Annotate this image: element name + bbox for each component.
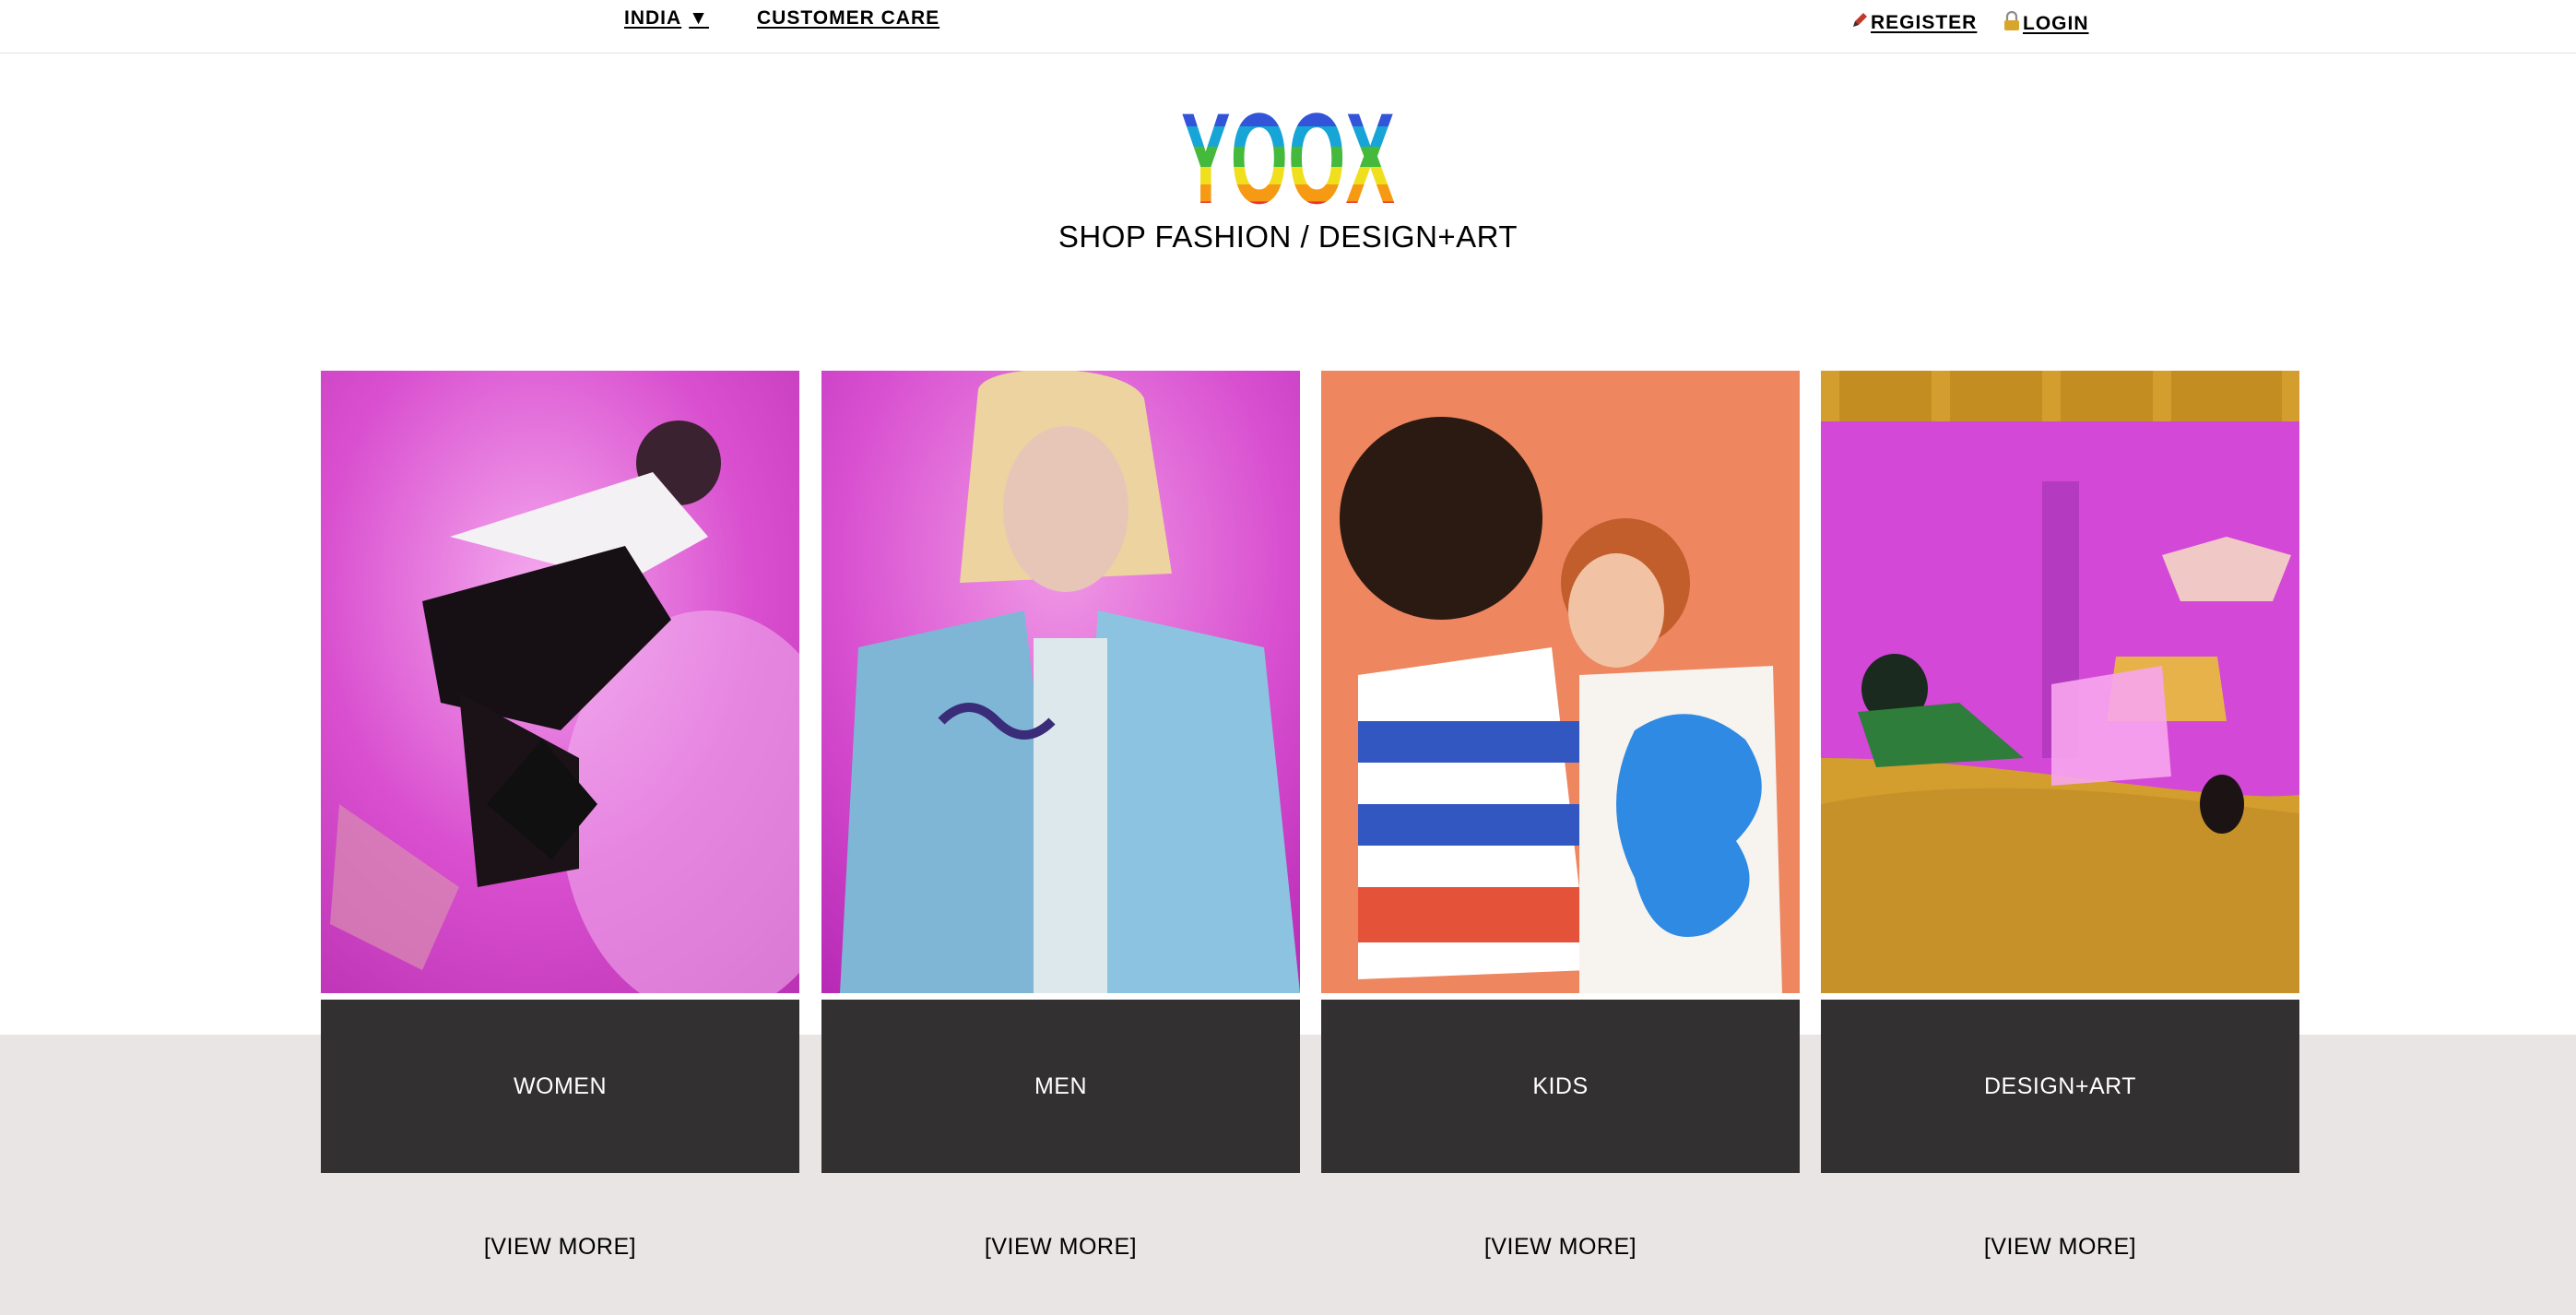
country-selector[interactable]: INDIA ▼	[624, 7, 709, 30]
category-card-design-art: DESIGN+ART [VIEW MORE]	[1821, 371, 2299, 1315]
lock-icon	[2003, 10, 2021, 37]
login-link[interactable]: LOGIN	[2003, 10, 2089, 37]
women-view-more-link[interactable]: [VIEW MORE]	[321, 1173, 799, 1315]
top-bar: INDIA ▼ CUSTOMER CARE REGISTER LOGIN	[0, 0, 2576, 53]
yoox-logo[interactable]: YOOX	[1177, 86, 1399, 231]
logo-text: YOOX	[1181, 100, 1395, 214]
customer-care-link[interactable]: CUSTOMER CARE	[757, 7, 939, 30]
design-art-label[interactable]: DESIGN+ART	[1821, 1000, 2299, 1173]
caret-down-icon: ▼	[689, 7, 709, 29]
pencil-icon	[1850, 11, 1869, 35]
login-label: LOGIN	[2023, 13, 2089, 34]
kids-image[interactable]	[1321, 371, 1800, 993]
register-link[interactable]: REGISTER	[1850, 11, 1977, 35]
women-label[interactable]: WOMEN	[321, 1000, 799, 1173]
logo-container: YOOX	[0, 86, 2576, 231]
men-label[interactable]: MEN	[821, 1000, 1300, 1173]
category-card-men: MEN [VIEW MORE]	[821, 371, 1300, 1315]
category-card-kids: KIDS [VIEW MORE]	[1321, 371, 1800, 1315]
design-art-view-more-link[interactable]: [VIEW MORE]	[1821, 1173, 2299, 1315]
register-label: REGISTER	[1871, 12, 1978, 33]
tagline: SHOP FASHION / DESIGN+ART	[1058, 219, 1518, 254]
kids-label[interactable]: KIDS	[1321, 1000, 1800, 1173]
men-view-more-link[interactable]: [VIEW MORE]	[821, 1173, 1300, 1315]
category-card-women: WOMEN [VIEW MORE]	[321, 371, 799, 1315]
design-art-image[interactable]	[1821, 371, 2299, 993]
kids-view-more-link[interactable]: [VIEW MORE]	[1321, 1173, 1800, 1315]
country-label: INDIA	[624, 7, 682, 29]
women-image[interactable]	[321, 371, 799, 993]
men-image[interactable]	[821, 371, 1300, 993]
